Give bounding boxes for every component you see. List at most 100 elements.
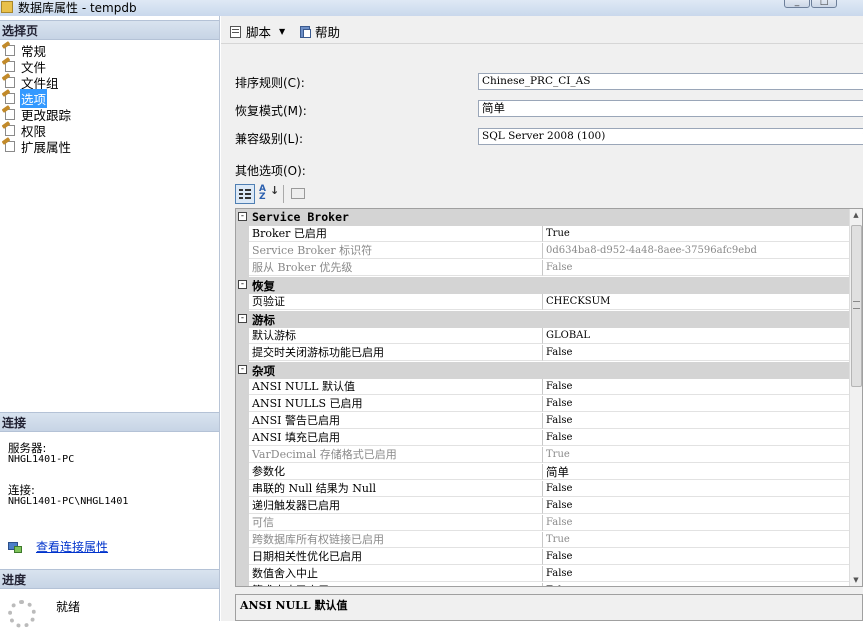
minimize-button[interactable]: _ [784,0,810,8]
grid-property-row[interactable]: 算术中止已启用False [236,583,851,587]
server-label: 服务器: [8,442,74,454]
grid-property-value[interactable]: False [543,549,851,565]
page-properties-icon [2,59,18,73]
grid-property-row[interactable]: 数值舍入中止False [236,566,851,583]
grid-property-row[interactable]: ANSI NULLS 已启用False [236,396,851,413]
scroll-down-icon[interactable]: ▼ [850,574,862,586]
grid-row-gutter [236,447,249,464]
grid-property-row[interactable]: 串联的 Null 结果为 NullFalse [236,481,851,498]
grid-property-row[interactable]: VarDecimal 存储格式已启用True [236,447,851,464]
grid-property-row[interactable]: 参数化简单 [236,464,851,481]
categorized-view-button[interactable] [235,184,255,204]
grid-property-row[interactable]: Service Broker 标识符0d634ba8-d952-4a48-8ae… [236,243,851,260]
collation-value: Chinese_PRC_CI_AS [482,75,590,87]
grid-property-name[interactable]: 参数化 [249,464,543,480]
grid-category-row[interactable]: -杂项 [236,362,851,379]
grid-property-name[interactable]: 算术中止已启用 [249,583,543,587]
grid-property-name[interactable]: 跨数据库所有权链接已启用 [249,532,543,548]
grid-property-value[interactable]: False [543,430,851,446]
grid-property-row[interactable]: 可信False [236,515,851,532]
grid-property-value[interactable]: False [543,396,851,412]
grid-property-row[interactable]: 提交时关闭游标功能已启用False [236,345,851,362]
vertical-scrollbar[interactable]: ▲ ▼ [849,209,862,586]
grid-property-row[interactable]: 默认游标GLOBAL [236,328,851,345]
grid-property-value[interactable]: False [543,566,851,582]
page-item[interactable]: 扩展属性 [2,138,72,154]
scrollbar-thumb[interactable] [851,225,862,387]
help-icon [299,25,313,39]
property-pages-button[interactable] [288,184,308,204]
recovery-model-select[interactable]: 简单 ▼ [478,100,863,117]
progress-header: 进度 [0,569,219,589]
grid-property-name[interactable]: 默认游标 [249,328,543,344]
property-grid: -Service BrokerBroker 已启用TrueService Bro… [235,208,863,587]
grid-property-name[interactable]: 日期相关性优化已启用 [249,549,543,565]
grid-property-value[interactable]: False [543,413,851,429]
grid-property-value[interactable]: False [543,481,851,497]
grid-property-value[interactable]: 简单 [543,464,851,480]
maximize-button[interactable]: □ [811,0,837,8]
grid-row-gutter [236,481,249,498]
server-value: NHGL1401-PC [8,454,74,466]
grid-property-row[interactable]: 递归触发器已启用False [236,498,851,515]
grid-category-name: 游标 [252,312,275,328]
view-connection-properties-link[interactable]: 查看连接属性 [36,538,108,555]
grid-property-row[interactable]: Broker 已启用True [236,226,851,243]
grid-property-value[interactable]: CHECKSUM [543,294,851,310]
grid-property-value[interactable]: False [543,345,851,361]
grid-property-value[interactable]: True [543,532,851,548]
grid-property-value[interactable]: False [543,498,851,514]
grid-property-name[interactable]: Broker 已启用 [249,226,543,242]
grid-property-name[interactable]: ANSI 警告已启用 [249,413,543,429]
grid-property-name[interactable]: 数值舍入中止 [249,566,543,582]
grid-property-name[interactable]: ANSI 填充已启用 [249,430,543,446]
grid-property-value[interactable]: GLOBAL [543,328,851,344]
grid-property-row[interactable]: ANSI 警告已启用False [236,413,851,430]
grid-property-row[interactable]: ANSI NULL 默认值False [236,379,851,396]
recovery-model-value: 简单 [482,101,505,115]
script-button[interactable]: 脚本 ▼ [229,22,285,41]
scroll-up-icon[interactable]: ▲ [850,209,862,221]
grid-property-name[interactable]: Service Broker 标识符 [249,243,543,259]
grid-property-row[interactable]: 日期相关性优化已启用False [236,549,851,566]
help-button[interactable]: 帮助 [299,22,340,41]
grid-property-value[interactable]: True [543,226,851,242]
grid-property-row[interactable]: 跨数据库所有权链接已启用True [236,532,851,549]
grid-category-row[interactable]: -Service Broker [236,209,851,226]
grid-property-name[interactable]: 串联的 Null 结果为 Null [249,481,543,497]
collapse-icon[interactable]: - [238,314,247,323]
page-properties-icon [2,75,18,89]
compatibility-level-select[interactable]: SQL Server 2008 (100) ▼ [478,128,863,145]
grid-property-name[interactable]: 递归触发器已启用 [249,498,543,514]
collapse-icon[interactable]: - [238,365,247,374]
compatibility-level-label: 兼容级别(L): [235,130,303,147]
collation-select[interactable]: Chinese_PRC_CI_AS ▼ [478,73,863,90]
grid-category-row[interactable]: -游标 [236,311,851,328]
collapse-icon[interactable]: - [238,280,247,289]
grid-category-row[interactable]: -恢复 [236,277,851,294]
grid-property-name[interactable]: ANSI NULLS 已启用 [249,396,543,412]
grid-row-gutter [236,413,249,430]
grid-property-value[interactable]: True [543,447,851,463]
grid-property-name[interactable]: ANSI NULL 默认值 [249,379,543,395]
collapse-icon[interactable]: - [238,212,247,221]
grid-row-gutter [236,345,249,362]
grid-property-value[interactable]: False [543,260,851,276]
grid-property-name[interactable]: 提交时关闭游标功能已启用 [249,345,543,361]
script-label: 脚本 [246,22,271,41]
categorized-icon [239,188,251,200]
grid-property-row[interactable]: 页验证CHECKSUM [236,294,851,311]
alphabetical-view-button[interactable]: AZ↓ [257,184,277,204]
grid-property-value[interactable]: 0d634ba8-d952-4a48-8aee-37596afc9ebd [543,243,851,259]
grid-property-value[interactable]: False [543,515,851,531]
grid-row-gutter [236,583,249,587]
grid-property-name[interactable]: VarDecimal 存储格式已启用 [249,447,543,463]
grid-property-name[interactable]: 页验证 [249,294,543,310]
grid-property-value[interactable]: False [543,379,851,395]
grid-property-name[interactable]: 服从 Broker 优先级 [249,260,543,276]
grid-property-row[interactable]: ANSI 填充已启用False [236,430,851,447]
chevron-down-icon[interactable]: ▼ [279,27,285,36]
grid-property-value[interactable]: False [543,583,851,587]
grid-property-name[interactable]: 可信 [249,515,543,531]
grid-property-row[interactable]: 服从 Broker 优先级False [236,260,851,277]
